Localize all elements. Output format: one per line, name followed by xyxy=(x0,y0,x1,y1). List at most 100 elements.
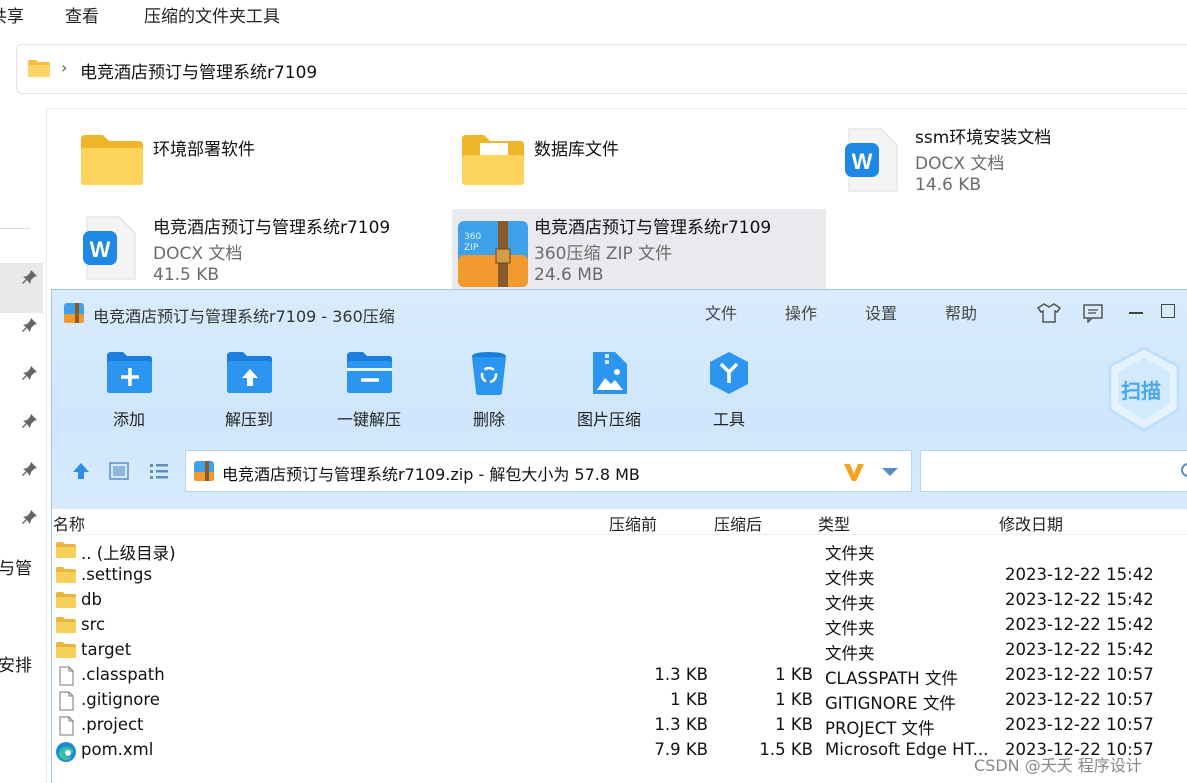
menu-operate[interactable]: 操作 xyxy=(785,300,817,324)
col-type[interactable]: 类型 xyxy=(818,511,850,535)
file-type: 文件夹 xyxy=(825,544,875,563)
nav-item-label[interactable]: 与管 xyxy=(0,554,32,579)
file-name: .classpath xyxy=(81,665,165,684)
add-button[interactable]: 添加 xyxy=(74,350,184,429)
svg-text:ZIP: ZIP xyxy=(464,243,479,253)
modified-date: 2023-12-22 10:57 xyxy=(1005,665,1154,684)
folder-icon xyxy=(28,60,50,77)
file-name: ssm环境安装文档 xyxy=(915,128,1052,148)
delete-button[interactable]: 删除 xyxy=(434,350,544,429)
pin-icon[interactable] xyxy=(22,413,38,429)
file-size: 14.6 KB xyxy=(915,175,982,195)
edge-browser-icon xyxy=(55,741,77,767)
tools-button[interactable]: 工具 xyxy=(674,350,784,429)
one-click-extract-button[interactable]: 一键解压 xyxy=(314,350,424,429)
search-input[interactable] xyxy=(920,450,1187,492)
nav-item-label[interactable]: 安排 xyxy=(0,651,32,676)
col-name[interactable]: 名称 xyxy=(53,511,85,535)
file-tile[interactable]: 环境部署软件 xyxy=(77,131,447,209)
file-row[interactable]: .classpath 1.3 KB 1 KB CLASSPATH 文件 2023-12-… xyxy=(52,664,1187,689)
size-before: 1.3 KB xyxy=(654,665,708,684)
file-name: 数据库文件 xyxy=(534,140,619,160)
zip-window: 电竞酒店预订与管理系统r7109 - 360压缩 文件 操作 设置 帮助 添加 xyxy=(51,289,1187,783)
menu-share[interactable]: 共享 xyxy=(0,2,24,27)
size-after: 1 KB xyxy=(775,690,813,709)
menu-file[interactable]: 文件 xyxy=(705,300,737,324)
menu-settings[interactable]: 设置 xyxy=(865,300,897,324)
menu-help[interactable]: 帮助 xyxy=(945,300,977,324)
modified-date: 2023-12-22 15:42 xyxy=(1005,640,1154,659)
file-row[interactable]: target 文件夹 2023-12-22 15:42 xyxy=(52,639,1187,664)
v-logo-icon[interactable] xyxy=(842,461,866,483)
folder-icon xyxy=(55,566,77,588)
file-row[interactable]: src 文件夹 2023-12-22 15:42 xyxy=(52,614,1187,639)
size-after: 1.5 KB xyxy=(759,740,813,759)
file-name: src xyxy=(81,615,106,634)
file-type: DOCX 文档 xyxy=(915,154,1005,174)
file-size: 41.5 KB xyxy=(153,265,220,285)
skin-icon[interactable] xyxy=(1037,302,1061,324)
file-tile[interactable]: W ssm环境安装文档 DOCX 文档 14.6 KB xyxy=(839,121,1187,199)
address-bar[interactable]: › 电竞酒店预订与管理系统r7109 xyxy=(16,44,1187,94)
image-compress-button[interactable]: 图片压缩 xyxy=(554,350,664,429)
extract-to-button[interactable]: 解压到 xyxy=(194,350,304,429)
zip-file-icon xyxy=(194,461,214,481)
folder-icon xyxy=(55,641,77,663)
folder-icon xyxy=(55,541,77,563)
file-name: .project xyxy=(81,715,144,734)
file-type: 文件夹 xyxy=(825,569,875,588)
file-row[interactable]: .. (上级目录) 文件夹 xyxy=(52,539,1187,564)
file-size: 24.6 MB xyxy=(534,265,604,285)
minimize-button[interactable] xyxy=(1129,312,1143,314)
file-type: 文件夹 xyxy=(825,619,875,638)
file-tile[interactable]: W 电竞酒店预订与管理系统r7109 DOCX 文档 41.5 KB xyxy=(77,211,447,289)
up-arrow-icon[interactable] xyxy=(70,460,92,482)
file-name: .settings xyxy=(81,565,153,584)
size-before: 1 KB xyxy=(670,690,708,709)
col-modified[interactable]: 修改日期 xyxy=(999,511,1063,535)
menu-compressed-folder-tools[interactable]: 压缩的文件夹工具 xyxy=(144,2,280,27)
extract-to-label: 解压到 xyxy=(224,410,273,429)
thumbnail-view-icon[interactable] xyxy=(108,461,130,481)
file-icon xyxy=(55,716,77,740)
explorer-file-area: 环境部署软件 数据库文件 W ssm环境安装文档 DOCX 文档 14.6 KB… xyxy=(47,108,1187,308)
pin-icon[interactable] xyxy=(22,509,38,525)
file-row[interactable]: db 文件夹 2023-12-22 15:42 xyxy=(52,589,1187,614)
zip-header: 电竞酒店预订与管理系统r7109 - 360压缩 文件 操作 设置 帮助 添加 xyxy=(52,290,1187,509)
column-header: 名称 压缩前 压缩后 类型 修改日期 xyxy=(52,509,1187,535)
scan-button[interactable]: 扫描 xyxy=(1104,346,1184,432)
archive-path-text: 电竞酒店预订与管理系统r7109.zip - 解包大小为 57.8 MB xyxy=(222,465,640,484)
tools-label: 工具 xyxy=(712,410,745,429)
file-type: CLASSPATH 文件 xyxy=(825,669,958,688)
add-label: 添加 xyxy=(112,410,145,429)
maximize-button[interactable] xyxy=(1161,304,1175,318)
wps-doc-icon: W xyxy=(845,128,898,192)
file-type: Microsoft Edge HT... xyxy=(825,740,989,759)
file-tile[interactable]: 数据库文件 xyxy=(458,131,828,209)
col-size-after[interactable]: 压缩后 xyxy=(714,511,762,535)
size-after: 1 KB xyxy=(775,665,813,684)
one-click-extract-icon xyxy=(347,352,392,393)
pin-icon[interactable] xyxy=(22,317,38,333)
file-row[interactable]: .gitignore 1 KB 1 KB GITIGNORE 文件 2023-12-22… xyxy=(52,689,1187,714)
feedback-icon[interactable] xyxy=(1082,303,1104,323)
pin-icon[interactable] xyxy=(22,461,38,477)
recycle-bin-icon xyxy=(472,352,506,395)
col-size-before[interactable]: 压缩前 xyxy=(609,511,657,535)
file-row[interactable]: .project 1.3 KB 1 KB PROJECT 文件 2023-12-22 1… xyxy=(52,714,1187,739)
pin-icon[interactable] xyxy=(22,269,38,285)
file-name: .. (上级目录) xyxy=(81,544,176,563)
explorer-menubar: 共享 查看 压缩的文件夹工具 xyxy=(0,0,1187,40)
chevron-down-icon[interactable] xyxy=(880,466,900,478)
svg-text:360: 360 xyxy=(464,232,481,242)
size-before: 1.3 KB xyxy=(654,715,708,734)
file-row[interactable]: .settings 文件夹 2023-12-22 15:42 xyxy=(52,564,1187,589)
list-view-icon[interactable] xyxy=(148,461,170,481)
file-name: .gitignore xyxy=(81,690,160,709)
menu-view[interactable]: 查看 xyxy=(65,2,99,27)
pin-icon[interactable] xyxy=(22,365,38,381)
scan-label: 扫描 xyxy=(1121,379,1161,403)
file-tile-selected[interactable]: 360 ZIP 电竞酒店预订与管理系统r7109 360压缩 ZIP 文件 24… xyxy=(452,209,826,291)
archive-path-field[interactable]: 电竞酒店预订与管理系统r7109.zip - 解包大小为 57.8 MB xyxy=(185,450,912,492)
one-click-extract-label: 一键解压 xyxy=(336,410,401,429)
